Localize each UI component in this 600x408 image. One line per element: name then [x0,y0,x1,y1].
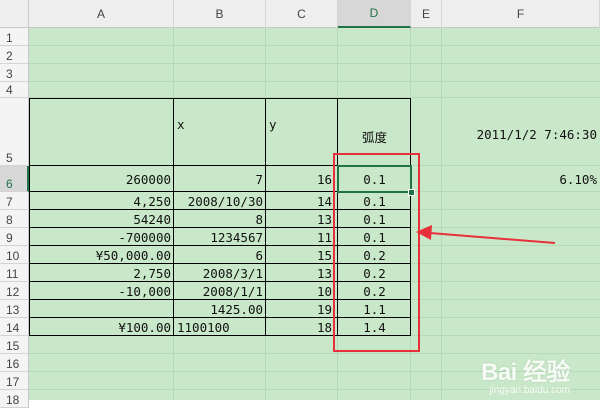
column-header-f[interactable]: F [442,0,600,28]
cell-c8[interactable]: 13 [266,210,338,227]
cell-a12[interactable]: -10,000 [29,282,174,299]
cell-c10[interactable]: 15 [266,246,338,263]
row-header-15[interactable]: 15 [0,336,29,354]
cell-d5-radian-header[interactable]: 弧度 [338,98,411,146]
cell-c9[interactable]: 11 [266,228,338,245]
cell-b10[interactable]: 6 [174,246,266,263]
row-gridline [29,45,600,46]
cell-a10[interactable]: ¥50,000.00 [29,246,174,263]
row-header-6[interactable]: 6 [0,166,29,192]
cell-b6[interactable]: 7 [174,166,266,187]
cell-c7[interactable]: 14 [266,192,338,209]
cell-b8[interactable]: 8 [174,210,266,227]
cell-c12[interactable]: 10 [266,282,338,299]
column-gridline [441,28,442,400]
cell-a13[interactable] [29,300,174,317]
row-header-13[interactable]: 13 [0,300,29,318]
cell-b7[interactable]: 2008/10/30 [174,192,266,209]
row-header-4[interactable]: 4 [0,82,29,98]
cell-a14[interactable]: ¥100.00 [29,318,174,335]
row-header-17[interactable]: 17 [0,372,29,390]
baidu-watermark: Bai 经验 jingyan.baidu.com [480,352,571,396]
cell-b14[interactable]: 1100100 [174,318,266,335]
cell-a11[interactable]: 2,750 [29,264,174,281]
row-header-3[interactable]: 3 [0,64,29,82]
row-header-18[interactable]: 18 [0,390,29,408]
column-header-a[interactable]: A [29,0,174,28]
column-header-d[interactable]: D [338,0,411,28]
watermark-url: jingyan.baidu.com [489,385,570,396]
cell-b13[interactable]: 1425.00 [174,300,266,317]
spreadsheet: ABCDEF 1 2 3 4 5 6 7 8 9 10 11 12 13 14 15 16 17 18 x y 弧度 2… [0,0,600,408]
cell-b12[interactable]: 2008/1/1 [174,282,266,299]
cell-b5-x-header[interactable]: x [174,98,266,132]
row-header-2[interactable]: 2 [0,46,29,64]
cell-b9[interactable]: 1234567 [174,228,266,245]
row-header-10[interactable]: 10 [0,246,29,264]
select-all-corner[interactable] [0,0,29,28]
cell-f5-datetime[interactable]: 2011/1/2 7:46:30 [442,98,600,142]
row-header-8[interactable]: 8 [0,210,29,228]
row-header-16[interactable]: 16 [0,354,29,372]
cell-f6[interactable]: 6.10% [442,166,600,187]
row-header-12[interactable]: 12 [0,282,29,300]
table-border-line [29,98,30,336]
row-header-7[interactable]: 7 [0,192,29,210]
row-header-11[interactable]: 11 [0,264,29,282]
row-gridline [29,63,600,64]
row-header-9[interactable]: 9 [0,228,29,246]
row-header-5[interactable]: 5 [0,98,29,166]
cell-a6[interactable]: 260000 [29,166,174,187]
table-border-line [265,98,266,336]
cell-c14[interactable]: 18 [266,318,338,335]
cell-c5-y-header[interactable]: y [266,98,338,132]
baidu-logo: Bai 经验 [480,359,571,386]
row-gridline [29,81,600,82]
table-border-line [173,98,174,336]
cell-a7[interactable]: 4,250 [29,192,174,209]
cell-c11[interactable]: 13 [266,264,338,281]
cell-c6[interactable]: 16 [266,166,338,187]
cell-b11[interactable]: 2008/3/1 [174,264,266,281]
column-header-c[interactable]: C [266,0,338,28]
row-header-14[interactable]: 14 [0,318,29,336]
cell-a8[interactable]: 54240 [29,210,174,227]
column-header-e[interactable]: E [411,0,442,28]
cell-a9[interactable]: -700000 [29,228,174,245]
annotation-highlight-box [333,153,420,352]
cell-c13[interactable]: 19 [266,300,338,317]
table-border-line [29,98,411,99]
row-header-1[interactable]: 1 [0,28,29,46]
column-header-b[interactable]: B [174,0,266,28]
